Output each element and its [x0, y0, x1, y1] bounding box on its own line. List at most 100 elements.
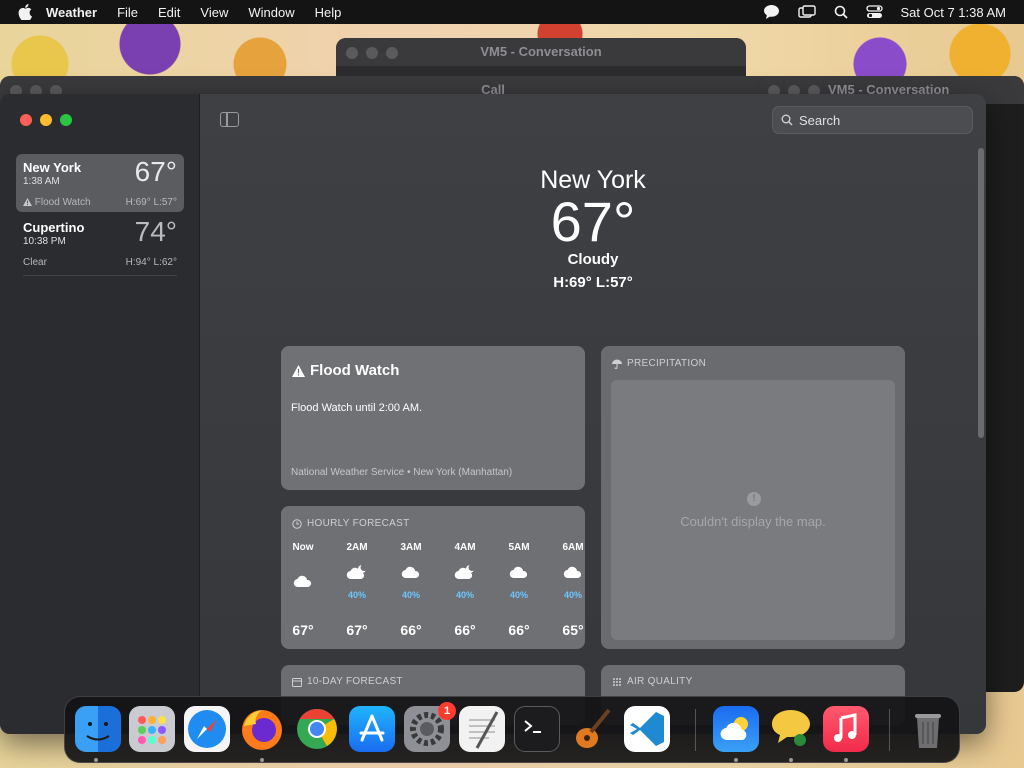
calendar-icon	[292, 677, 302, 687]
menu-bar: Weather File Edit View Window Help Sat O…	[0, 0, 1024, 24]
hour-temp: 66°	[400, 622, 422, 638]
launchpad-icon[interactable]	[129, 706, 175, 752]
close-button[interactable]	[20, 114, 32, 126]
hour-time: 5AM	[508, 542, 530, 553]
messages-app-icon[interactable]	[768, 706, 814, 752]
running-indicator	[260, 758, 264, 762]
hour-time: 6AM	[562, 542, 584, 553]
hour-precip: 40%	[347, 590, 366, 600]
flood-watch-body: Flood Watch until 2:00 AM.	[291, 402, 423, 414]
hour-temp: 65°	[562, 622, 584, 638]
textedit-icon[interactable]	[459, 706, 505, 752]
precipitation-card[interactable]: PRECIPITATION ! Couldn't display the map…	[601, 346, 905, 649]
sidebar-toggle-icon[interactable]	[220, 112, 239, 127]
flood-watch-source: National Weather Service • New York (Man…	[291, 467, 513, 478]
menu-help[interactable]: Help	[305, 5, 352, 20]
dock: 1	[64, 696, 960, 763]
finder-icon[interactable]	[75, 706, 121, 752]
sidebar-city-cupertino[interactable]: Cupertino 10:38 PM 74° Clear H:94° L:62°	[16, 214, 184, 276]
garageband-icon[interactable]	[569, 706, 615, 752]
running-indicator	[844, 758, 848, 762]
hour-time: 2AM	[346, 542, 368, 553]
hour-precip: 40%	[563, 590, 582, 600]
precipitation-header-label: PRECIPITATION	[627, 358, 707, 369]
menu-window[interactable]: Window	[238, 5, 304, 20]
flood-watch-card[interactable]: Flood Watch Flood Watch until 2:00 AM. N…	[281, 346, 585, 490]
cloud-icon	[293, 575, 312, 588]
search-icon	[781, 114, 793, 126]
trash-icon[interactable]	[905, 706, 951, 752]
chat-bubble-icon[interactable]	[763, 4, 780, 20]
running-indicator	[789, 758, 793, 762]
notification-badge: 1	[438, 702, 456, 720]
city-temp: 74°	[134, 216, 177, 247]
apple-icon[interactable]	[18, 4, 32, 20]
city-condition: Clear	[23, 257, 47, 268]
hour-column: 4AM 40% 66°	[445, 542, 485, 638]
map-error-message: Couldn't display the map.	[680, 514, 826, 529]
hourly-forecast-card[interactable]: HOURLY FORECAST Now 67° 2AM 40% 67° 3AM …	[281, 506, 585, 649]
hour-temp: 66°	[454, 622, 476, 638]
city-high-low: H:69° L:57°	[125, 197, 177, 208]
weather-window: New York 1:38 AM 67° Flood Watch H:69° L…	[0, 94, 986, 734]
menu-clock[interactable]: Sat Oct 7 1:38 AM	[901, 5, 1007, 20]
minimize-button[interactable]	[40, 114, 52, 126]
flood-watch-title-label: Flood Watch	[310, 362, 400, 379]
cloud-rain-icon	[509, 566, 528, 579]
weather-app-icon[interactable]	[713, 706, 759, 752]
partly-cloudy-night-icon	[346, 564, 368, 580]
ten-day-forecast-header-label: 10-DAY FORECAST	[307, 676, 403, 687]
system-settings-icon[interactable]: 1	[404, 702, 456, 752]
maximize-button[interactable]	[60, 114, 72, 126]
hour-column: 3AM 40% 66°	[391, 542, 431, 638]
current-high-low: H:69° L:57°	[553, 274, 633, 291]
flood-watch-title: Flood Watch	[292, 362, 399, 379]
cloud-rain-icon	[563, 566, 582, 579]
running-indicator	[734, 758, 738, 762]
safari-icon[interactable]	[184, 706, 230, 752]
firefox-icon[interactable]	[239, 706, 285, 752]
umbrella-icon	[612, 359, 622, 369]
city-high-low: H:94° L:62°	[125, 257, 177, 268]
city-condition: Flood Watch	[23, 197, 91, 208]
terminal-icon[interactable]	[514, 706, 560, 752]
hour-temp: 67°	[292, 622, 314, 638]
hour-time: 3AM	[400, 542, 422, 553]
hour-precip: 40%	[509, 590, 528, 600]
divider	[23, 275, 177, 276]
dock-separator	[695, 709, 696, 751]
hour-column: 5AM 40% 66°	[499, 542, 539, 638]
chrome-icon[interactable]	[294, 706, 340, 752]
screen-mirroring-icon[interactable]	[797, 5, 816, 19]
hour-column: 6AM 40% 65°	[553, 542, 585, 638]
warning-icon	[23, 198, 32, 206]
precipitation-map[interactable]: ! Couldn't display the map.	[611, 380, 895, 640]
menu-file[interactable]: File	[107, 5, 148, 20]
menu-edit[interactable]: Edit	[148, 5, 190, 20]
current-condition: Cloudy	[567, 251, 619, 268]
hour-time: Now	[292, 542, 314, 553]
menu-view[interactable]: View	[190, 5, 238, 20]
hour-precip: 40%	[401, 590, 420, 600]
current-weather-header: New York 67° Cloudy H:69° L:57°	[200, 166, 986, 291]
ten-day-forecast-header: 10-DAY FORECAST	[292, 676, 403, 687]
sidebar-city-new-york[interactable]: New York 1:38 AM 67° Flood Watch H:69° L…	[16, 154, 184, 212]
menu-app-name[interactable]: Weather	[36, 5, 107, 20]
hour-temp: 67°	[346, 622, 368, 638]
search-field[interactable]: Search	[772, 106, 973, 134]
current-temperature: 67°	[550, 190, 636, 253]
spotlight-search-icon[interactable]	[834, 5, 848, 19]
hourly-forecast-header-label: HOURLY FORECAST	[307, 518, 410, 529]
hour-column: Now 67°	[283, 542, 323, 638]
vscode-icon[interactable]	[624, 706, 670, 752]
dock-separator	[889, 709, 890, 751]
info-icon: !	[747, 492, 761, 506]
weather-main: Search New York 67° Cloudy H:69° L:57° F…	[200, 94, 986, 734]
hourly-forecast-header: HOURLY FORECAST	[292, 518, 409, 529]
warning-icon	[292, 364, 305, 377]
control-center-icon[interactable]	[865, 5, 883, 19]
app-store-icon[interactable]	[349, 706, 395, 752]
music-icon[interactable]	[823, 706, 869, 752]
air-quality-header-label: AIR QUALITY	[627, 676, 693, 687]
hour-precip: 40%	[455, 590, 474, 600]
